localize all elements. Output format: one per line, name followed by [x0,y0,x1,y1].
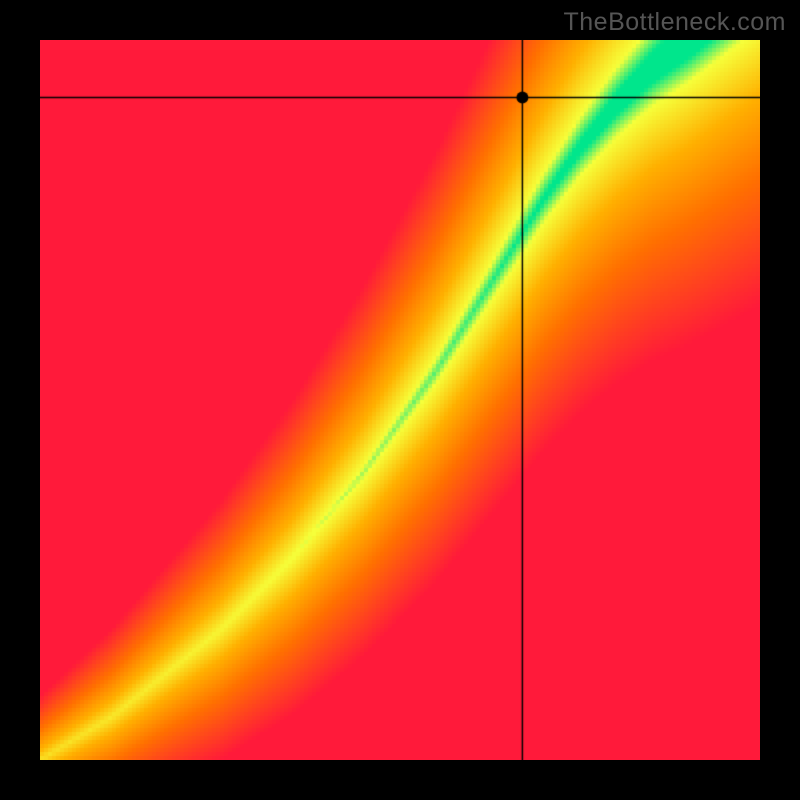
chart-frame: { "watermark": "TheBottleneck.com", "cha… [0,0,800,800]
bottleneck-heatmap [40,40,760,760]
watermark-text: TheBottleneck.com [564,8,787,37]
